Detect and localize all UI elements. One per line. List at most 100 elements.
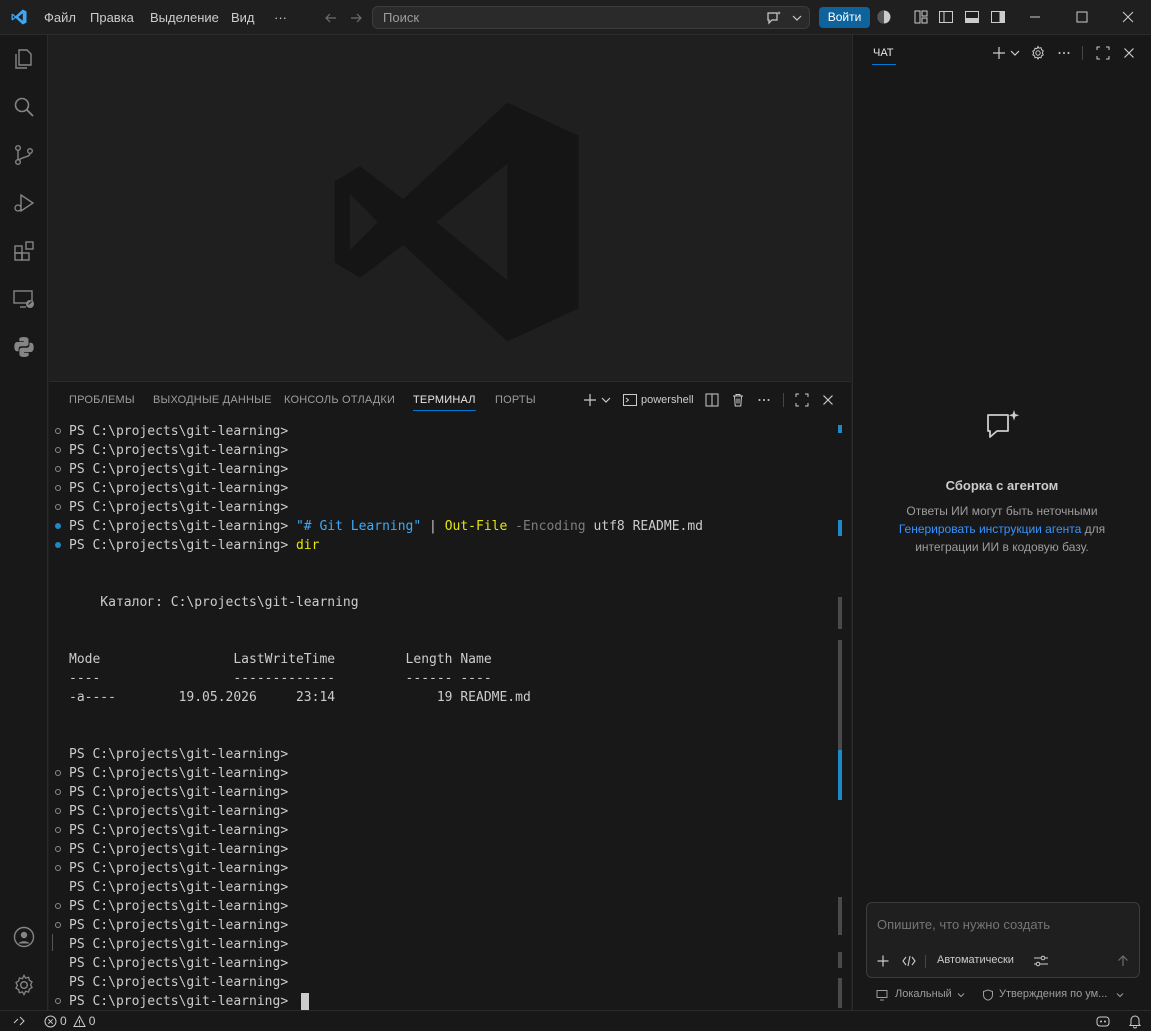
close-panel-icon[interactable]	[820, 392, 836, 408]
scrollbar-mark	[838, 897, 842, 935]
sign-in-button[interactable]: Войти	[819, 7, 870, 28]
chevron-down-icon[interactable]	[791, 12, 803, 24]
menu-view[interactable]: Вид	[231, 0, 255, 35]
split-terminal-icon[interactable]	[704, 392, 720, 408]
remote-explorer-icon[interactable]	[0, 275, 48, 323]
session-location-picker[interactable]: Локальный	[895, 988, 952, 1000]
input-divider	[925, 955, 926, 968]
chat-input-box[interactable]: Автоматически	[866, 902, 1140, 978]
terminal-prompt-line: PS C:\projects\git-learning>	[69, 424, 289, 439]
explorer-icon[interactable]	[0, 35, 48, 83]
chat-input[interactable]	[877, 915, 1127, 933]
terminal-prompt-line: PS C:\projects\git-learning>	[69, 842, 289, 857]
close-window-icon[interactable]	[1120, 9, 1136, 25]
notifications-bell-icon[interactable]	[1127, 1013, 1143, 1029]
toggle-panel-icon[interactable]	[964, 9, 980, 25]
search-icon[interactable]	[0, 83, 48, 131]
terminal-shell-name[interactable]: powershell	[641, 382, 694, 418]
menu-more[interactable]: ···	[274, 0, 287, 35]
tab-output[interactable]: ВЫХОДНЫЕ ДАННЫЕ	[153, 382, 272, 418]
maximize-panel-icon[interactable]	[794, 392, 810, 408]
copilot-status-icon[interactable]	[876, 9, 892, 25]
account-icon[interactable]	[0, 913, 48, 961]
menu-selection[interactable]: Выделение	[150, 0, 219, 35]
terminal-prompt-line: PS C:\projects\git-learning>	[69, 880, 289, 895]
terminal-view[interactable]: PS C:\projects\git-learning> PS C:\proje…	[49, 422, 839, 1012]
extensions-icon[interactable]	[0, 227, 48, 275]
chevron-down-icon[interactable]	[1009, 47, 1021, 59]
remote-indicator-icon[interactable]	[12, 1014, 26, 1028]
source-control-icon[interactable]	[0, 131, 48, 179]
terminal-prompt-line: PS C:\projects\git-learning>	[69, 823, 289, 838]
chat-tab[interactable]: ЧАТ	[873, 35, 894, 71]
command-decoration-empty[interactable]	[55, 808, 61, 814]
chat-settings-gear-icon[interactable]	[1030, 45, 1046, 61]
shield-icon	[982, 989, 994, 1001]
more-actions-icon[interactable]	[756, 392, 772, 408]
maximize-chat-icon[interactable]	[1095, 45, 1111, 61]
chevron-down-icon[interactable]	[956, 990, 966, 1000]
command-decoration-empty[interactable]	[55, 827, 61, 833]
command-decoration-empty[interactable]	[55, 789, 61, 795]
terminal-scrollbar[interactable]	[838, 422, 843, 1010]
chevron-down-icon[interactable]	[600, 394, 612, 406]
toggle-secondary-sidebar-icon[interactable]	[990, 9, 1006, 25]
tools-settings-icon[interactable]	[1033, 954, 1049, 968]
vscode-logo-icon	[10, 8, 28, 26]
mode-picker[interactable]: Автоматически	[937, 954, 1014, 966]
more-actions-icon[interactable]	[1056, 45, 1072, 61]
copilot-status-icon[interactable]	[1095, 1013, 1111, 1029]
manage-gear-icon[interactable]	[0, 961, 48, 1009]
terminal-cmdlet: Out-File	[444, 519, 508, 534]
search-input[interactable]	[383, 7, 743, 28]
python-icon[interactable]	[0, 323, 48, 371]
chevron-down-icon[interactable]	[1115, 990, 1125, 1000]
command-decoration-empty[interactable]	[55, 903, 61, 909]
problems-indicator[interactable]: 0 0	[44, 1013, 95, 1029]
run-debug-icon[interactable]	[0, 179, 48, 227]
forward-arrow-icon[interactable]	[348, 10, 364, 26]
command-decoration-empty[interactable]	[55, 466, 61, 472]
command-decoration-empty[interactable]	[55, 447, 61, 453]
terminal-output-catalog: Каталог: C:\projects\git-learning	[69, 595, 359, 610]
customize-layout-icon[interactable]	[913, 9, 929, 25]
approvals-picker[interactable]: Утверждения по ум...	[999, 988, 1107, 1000]
scrollbar-mark	[838, 597, 842, 629]
command-decoration-bar	[52, 934, 53, 951]
command-decoration-success[interactable]	[55, 523, 61, 529]
command-decoration-empty[interactable]	[55, 865, 61, 871]
tab-terminal[interactable]: ТЕРМИНАЛ	[413, 382, 476, 418]
command-decoration-success[interactable]	[55, 542, 61, 548]
new-terminal-icon[interactable]	[582, 392, 598, 408]
kill-terminal-icon[interactable]	[730, 392, 746, 408]
editor-area[interactable]	[49, 35, 851, 381]
copilot-chat-icon[interactable]	[765, 9, 783, 27]
tab-ports[interactable]: ПОРТЫ	[495, 382, 536, 418]
close-chat-icon[interactable]	[1121, 45, 1137, 61]
scrollbar-mark	[838, 425, 842, 433]
terminal-command-line: PS C:\projects\git-learning> dir	[69, 536, 319, 555]
command-decoration-empty[interactable]	[55, 504, 61, 510]
maximize-window-icon[interactable]	[1074, 9, 1090, 25]
command-decoration-empty[interactable]	[55, 998, 61, 1004]
terminal-prompt-line: PS C:\projects\git-learning>	[69, 861, 289, 876]
code-instructions-icon[interactable]	[902, 954, 916, 968]
new-chat-icon[interactable]	[991, 45, 1007, 61]
command-decoration-empty[interactable]	[55, 428, 61, 434]
tab-problems[interactable]: ПРОБЛЕМЫ	[69, 382, 135, 418]
command-decoration-empty[interactable]	[55, 922, 61, 928]
menu-file[interactable]: Файл	[44, 0, 76, 35]
generate-agent-instructions-link[interactable]: Генерировать инструкции агента	[899, 522, 1081, 536]
back-arrow-icon[interactable]	[323, 10, 339, 26]
command-decoration-empty[interactable]	[55, 770, 61, 776]
command-center-search[interactable]	[372, 6, 810, 29]
scrollbar-mark	[838, 520, 842, 536]
menu-edit[interactable]: Правка	[90, 0, 134, 35]
command-decoration-empty[interactable]	[55, 485, 61, 491]
add-context-icon[interactable]	[876, 954, 890, 968]
send-arrow-icon[interactable]	[1116, 954, 1130, 968]
command-decoration-empty[interactable]	[55, 846, 61, 852]
toggle-primary-sidebar-icon[interactable]	[938, 9, 954, 25]
tab-debug-console[interactable]: КОНСОЛЬ ОТЛАДКИ	[284, 382, 395, 418]
minimize-window-icon[interactable]	[1027, 9, 1043, 25]
